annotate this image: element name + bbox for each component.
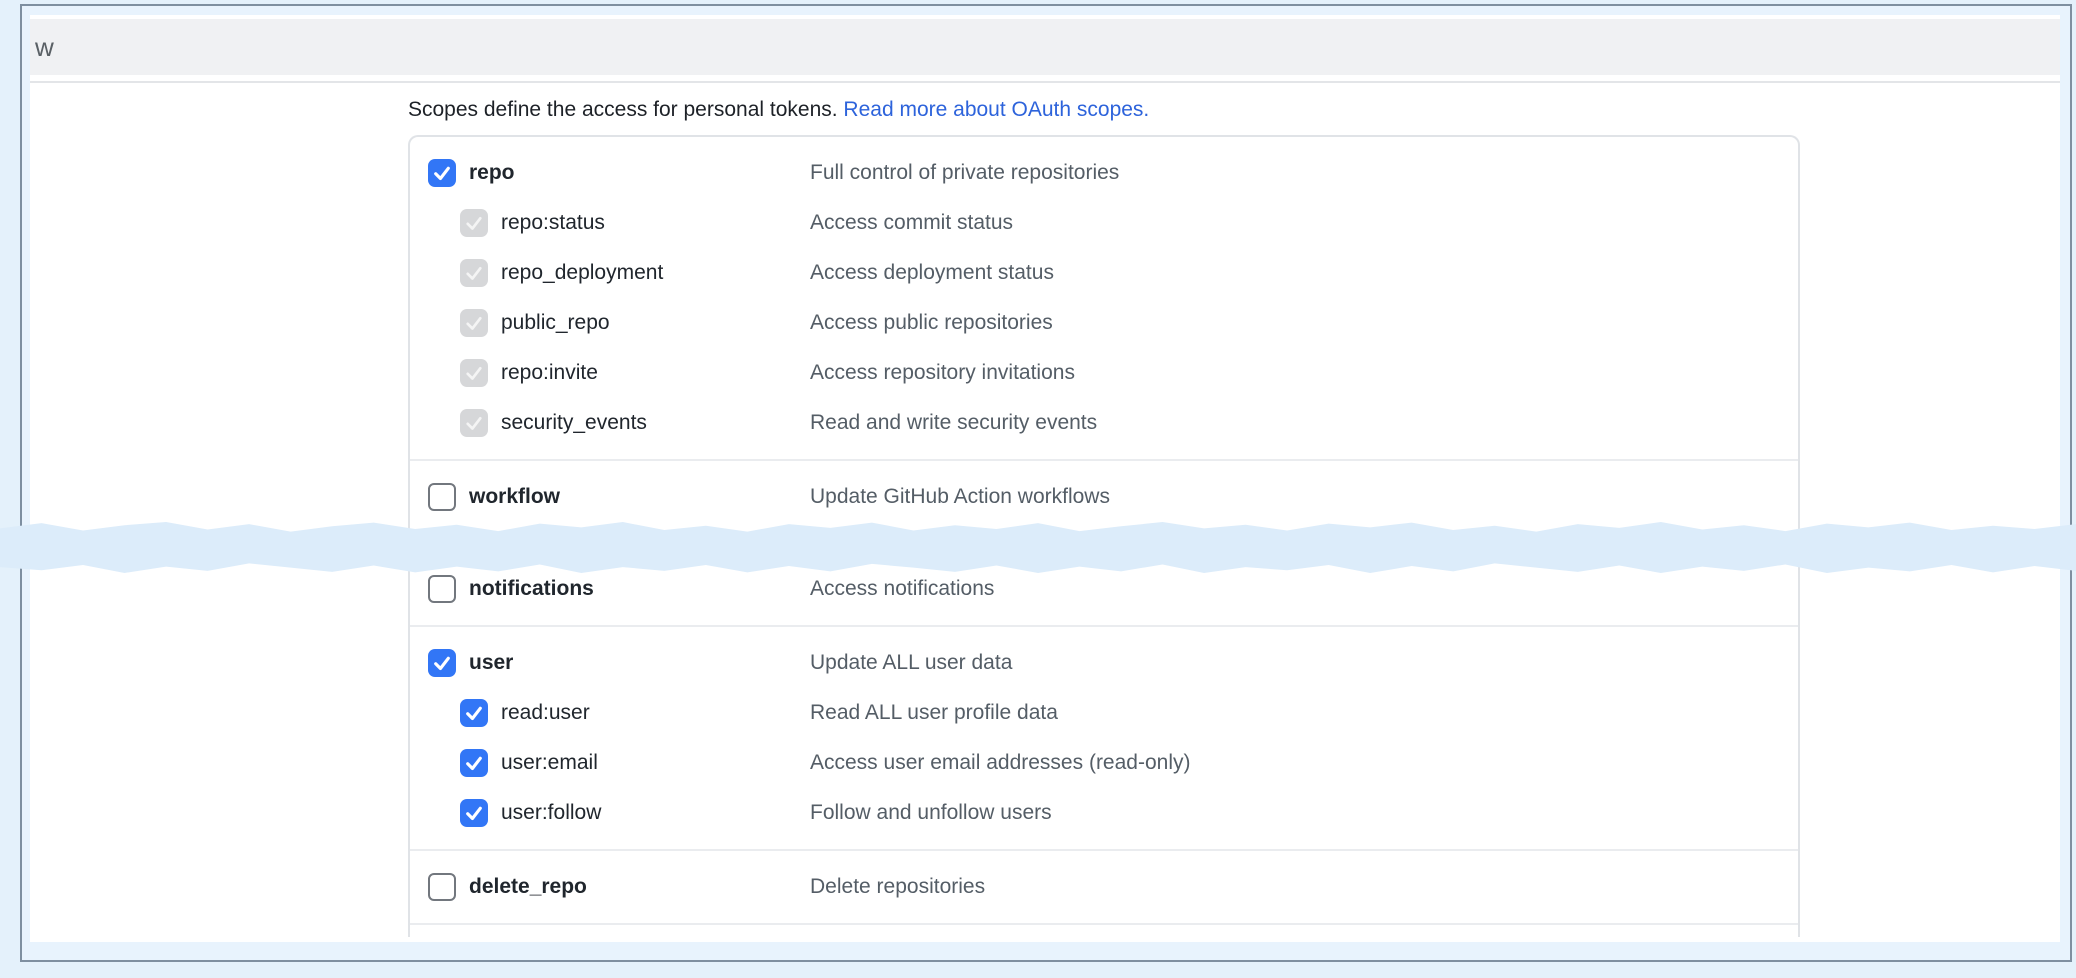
scope-group: delete_repo Delete repositories: [410, 849, 1798, 923]
scope-description: Read and write security events: [810, 411, 1097, 435]
page: w Scopes define the access for personal …: [30, 15, 2060, 942]
checkbox-workflow[interactable]: [428, 483, 456, 511]
scope-label-user[interactable]: user: [469, 651, 513, 675]
topbar-divider: [30, 81, 2060, 83]
scope-row-delete_repo: delete_repo Delete repositories: [410, 862, 1798, 912]
scope-description: Update GitHub Action workflows: [810, 485, 1110, 509]
oauth-scopes-link[interactable]: Read more about OAuth scopes.: [843, 98, 1149, 121]
scope-label-repo:status[interactable]: repo:status: [501, 211, 605, 235]
scope-description: Access notifications: [810, 577, 994, 601]
scope-description: Access public repositories: [810, 311, 1053, 335]
scope-label-user:email[interactable]: user:email: [501, 751, 598, 775]
check-icon: [463, 362, 485, 384]
checkbox-read:user[interactable]: [460, 699, 488, 727]
checkbox-repo[interactable]: [428, 159, 456, 187]
scope-description: Follow and unfollow users: [810, 801, 1052, 825]
scope-row-public_repo: public_repo Access public repositories: [410, 298, 1798, 348]
scope-description: Delete repositories: [810, 875, 985, 899]
checkbox-user[interactable]: [428, 649, 456, 677]
scope-description: Access deployment status: [810, 261, 1054, 285]
scopes-intro: Scopes define the access for personal to…: [408, 98, 1149, 122]
scope-label-delete_repo[interactable]: delete_repo: [469, 875, 587, 899]
torn-edge: [0, 521, 2076, 574]
scope-label-repo:invite[interactable]: repo:invite: [501, 361, 598, 385]
address-bar-text: w: [35, 32, 54, 62]
check-icon: [463, 212, 485, 234]
scope-label-repo[interactable]: repo: [469, 161, 515, 185]
check-icon: [463, 312, 485, 334]
scope-label-workflow[interactable]: workflow: [469, 485, 560, 509]
scope-row-user:email: user:email Access user email addresses (r…: [410, 738, 1798, 788]
check-icon: [463, 412, 485, 434]
checkbox-security_events: [460, 409, 488, 437]
scope-description: Access user email addresses (read-only): [810, 751, 1190, 775]
check-icon: [463, 262, 485, 284]
check-icon: [431, 162, 453, 184]
scope-description: Update ALL user data: [810, 651, 1012, 675]
scope-row-repo:invite: repo:invite Access repository invitations: [410, 348, 1798, 398]
checkbox-repo:invite: [460, 359, 488, 387]
scope-description: Access commit status: [810, 211, 1013, 235]
scope-description: Access repository invitations: [810, 361, 1075, 385]
check-icon: [463, 752, 485, 774]
checkbox-delete_repo[interactable]: [428, 873, 456, 901]
scope-label-notifications[interactable]: notifications: [469, 577, 594, 601]
scope-label-public_repo[interactable]: public_repo: [501, 311, 610, 335]
check-icon: [463, 802, 485, 824]
scopes-intro-text: Scopes define the access for personal to…: [408, 98, 843, 121]
checkbox-user:follow[interactable]: [460, 799, 488, 827]
scope-group: user Update ALL user data read:user Read AL…: [410, 625, 1798, 849]
scope-row-repo: repo Full control of private repositories: [410, 148, 1798, 198]
scope-row-read:user: read:user Read ALL user profile data: [410, 688, 1798, 738]
scope-row-notifications: notifications Access notifications: [410, 564, 1798, 614]
checkbox-notifications[interactable]: [428, 575, 456, 603]
address-bar[interactable]: w: [30, 19, 2060, 75]
scope-row-user:follow: user:follow Follow and unfollow users: [410, 788, 1798, 838]
checkbox-public_repo: [460, 309, 488, 337]
checkbox-repo:status: [460, 209, 488, 237]
scope-group: repo Full control of private repositories…: [410, 137, 1798, 459]
scope-label-read:user[interactable]: read:user: [501, 701, 590, 725]
scope-row-repo:status: repo:status Access commit status: [410, 198, 1798, 248]
scope-label-user:follow[interactable]: user:follow: [501, 801, 601, 825]
check-icon: [463, 702, 485, 724]
scope-row-user: user Update ALL user data: [410, 638, 1798, 688]
checkbox-repo_deployment: [460, 259, 488, 287]
scope-description: Read ALL user profile data: [810, 701, 1058, 725]
screenshot-root: w Scopes define the access for personal …: [0, 0, 2076, 978]
scope-description: Full control of private repositories: [810, 161, 1119, 185]
scope-row-workflow: workflow Update GitHub Action workflows: [410, 472, 1798, 522]
checkbox-user:email[interactable]: [460, 749, 488, 777]
browser-window: w Scopes define the access for personal …: [20, 4, 2072, 962]
scope-label-repo_deployment[interactable]: repo_deployment: [501, 261, 663, 285]
scope-row-repo_deployment: repo_deployment Access deployment status: [410, 248, 1798, 298]
scope-label-security_events[interactable]: security_events: [501, 411, 647, 435]
scope-row-security_events: security_events Read and write security e…: [410, 398, 1798, 448]
check-icon: [431, 652, 453, 674]
scope-group: workflow Update GitHub Action workflows: [410, 459, 1798, 533]
